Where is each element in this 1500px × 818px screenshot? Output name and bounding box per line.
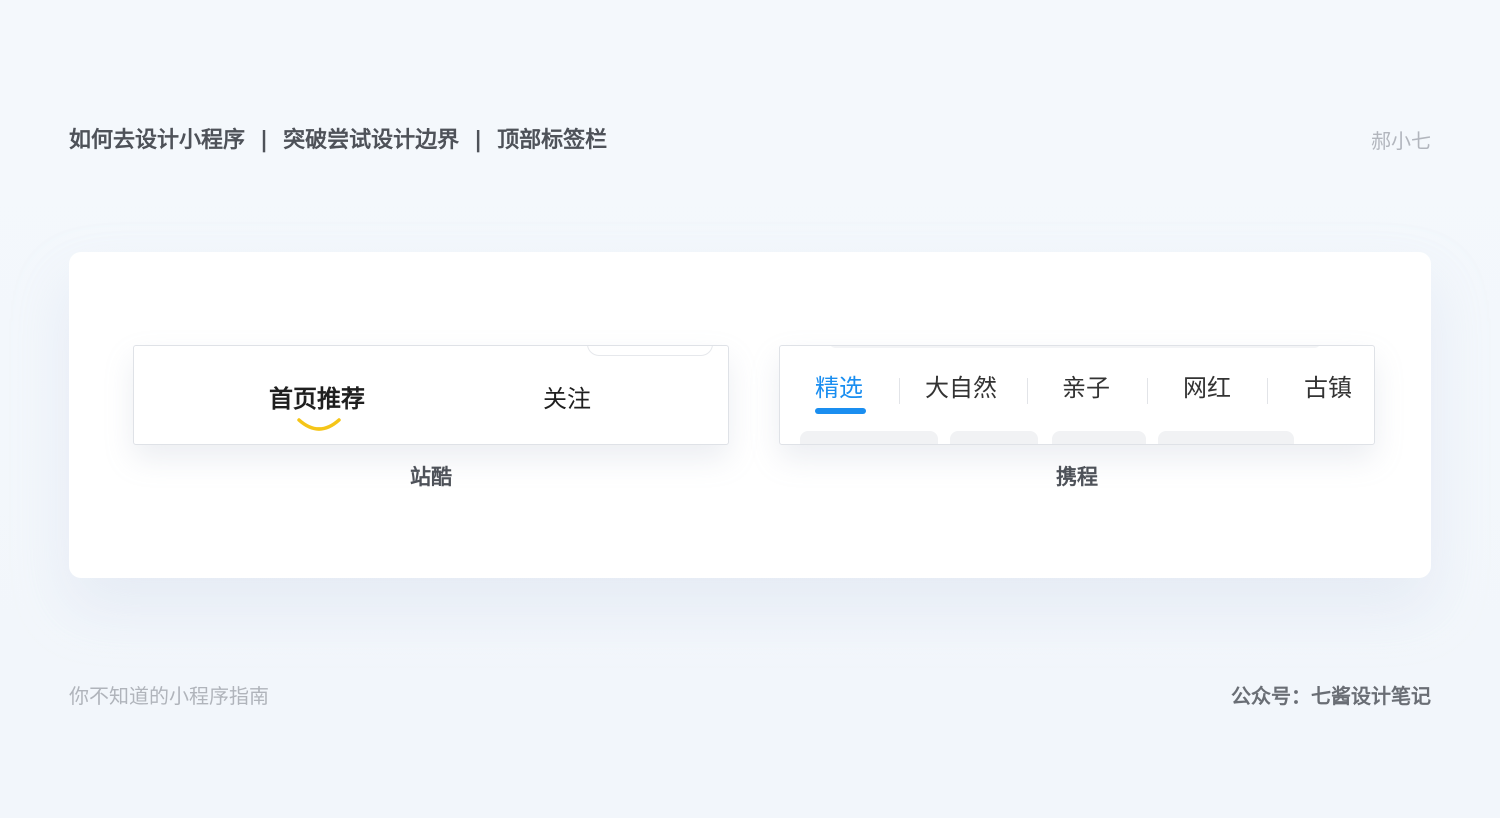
title-separator: | bbox=[474, 128, 483, 153]
filter-chip[interactable] bbox=[1158, 431, 1294, 444]
title-part-1: 如何去设计小程序 bbox=[69, 128, 246, 153]
tab-ancient-town[interactable]: 古镇 bbox=[1304, 372, 1352, 404]
zcool-example: 首页推荐 关注 站酷 bbox=[133, 345, 729, 489]
footer-guide-text: 你不知道的小程序指南 bbox=[69, 684, 269, 708]
footer-account-text: 公众号：七酱设计笔记 bbox=[1231, 684, 1431, 708]
tab-trending[interactable]: 网红 bbox=[1183, 372, 1231, 404]
title-part-3: 顶部标签栏 bbox=[497, 128, 608, 153]
filter-chip[interactable] bbox=[800, 431, 938, 444]
ctrip-tab-bar: 精选 大自然 亲子 网红 古镇 bbox=[779, 345, 1375, 445]
smile-indicator-icon bbox=[297, 418, 341, 431]
tab-divider bbox=[1267, 378, 1268, 404]
active-tab-underline bbox=[815, 408, 866, 414]
tab-featured[interactable]: 精选 bbox=[815, 372, 863, 404]
tab-home-recommend[interactable]: 首页推荐 bbox=[269, 382, 365, 416]
decorative-shape bbox=[587, 346, 713, 356]
tab-nature[interactable]: 大自然 bbox=[925, 372, 997, 404]
tab-divider bbox=[1027, 378, 1028, 404]
tab-divider bbox=[1147, 378, 1148, 404]
ctrip-example: 精选 大自然 亲子 网红 古镇 携程 bbox=[779, 345, 1375, 489]
author-name: 郝小七 bbox=[1371, 129, 1431, 153]
title-separator: | bbox=[260, 128, 269, 153]
tab-divider bbox=[899, 378, 900, 404]
zcool-tab-bar: 首页推荐 关注 bbox=[133, 345, 729, 445]
showcase-card: 首页推荐 关注 站酷 精选 大自然 亲子 网红 古镇 携程 bbox=[69, 252, 1431, 578]
ctrip-label: 携程 bbox=[1056, 465, 1098, 489]
filter-chip[interactable] bbox=[1052, 431, 1146, 444]
decorative-line bbox=[830, 346, 1320, 348]
page-title: 如何去设计小程序 | 突破尝试设计边界 | 顶部标签栏 bbox=[69, 126, 607, 156]
zcool-label: 站酷 bbox=[410, 465, 452, 489]
filter-chip[interactable] bbox=[950, 431, 1038, 444]
title-part-2: 突破尝试设计边界 bbox=[283, 128, 460, 153]
tab-follow[interactable]: 关注 bbox=[543, 382, 591, 416]
tab-family[interactable]: 亲子 bbox=[1062, 372, 1110, 404]
